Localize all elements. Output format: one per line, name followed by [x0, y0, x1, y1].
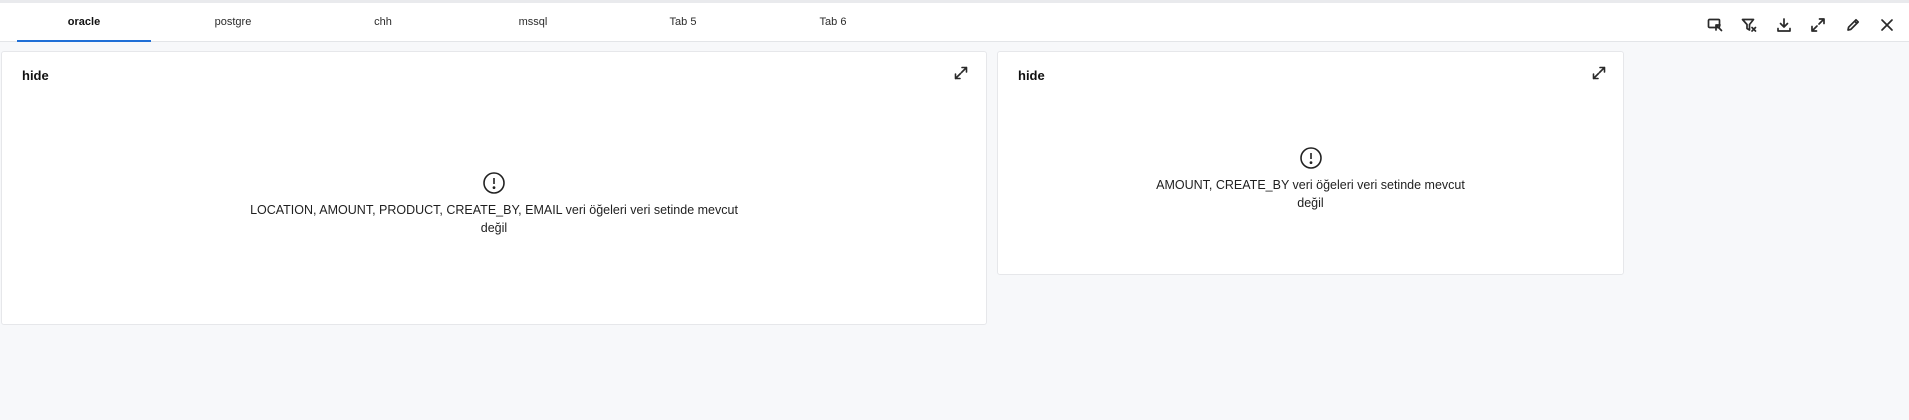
select-cursor-icon[interactable] — [1705, 15, 1725, 35]
widget-panel-right: hide AMOUNT, CREATE_BY veri öğeleri veri… — [997, 51, 1624, 275]
empty-data-message: LOCATION, AMOUNT, PRODUCT, CREATE_BY, EM… — [2, 171, 986, 237]
tab-chh[interactable]: chh — [316, 3, 450, 41]
error-text: AMOUNT, CREATE_BY veri öğeleri veri seti… — [1156, 176, 1465, 212]
error-text-line-1: AMOUNT, CREATE_BY veri öğeleri veri seti… — [1156, 178, 1465, 192]
close-icon[interactable] — [1877, 15, 1897, 35]
tab-bar: oracle postgre chh mssql Tab 5 Tab 6 — [0, 3, 1909, 42]
download-icon[interactable] — [1774, 15, 1794, 35]
error-text-line-2: değil — [1297, 196, 1324, 210]
tab-oracle[interactable]: oracle — [17, 3, 151, 42]
alert-circle-icon — [1299, 147, 1322, 169]
empty-data-message: AMOUNT, CREATE_BY veri öğeleri veri seti… — [998, 146, 1623, 212]
expand-icon[interactable] — [1590, 64, 1608, 82]
tab-6[interactable]: Tab 6 — [766, 3, 900, 41]
fullscreen-icon[interactable] — [1808, 15, 1828, 35]
error-text-line-2: değil — [480, 221, 508, 235]
tab-5[interactable]: Tab 5 — [616, 3, 750, 41]
alert-circle-icon — [483, 172, 505, 194]
tab-mssql[interactable]: mssql — [466, 3, 600, 41]
panel-title: hide — [22, 68, 49, 83]
filter-icon[interactable] — [1739, 15, 1759, 35]
edit-icon[interactable] — [1843, 15, 1863, 35]
panel-title: hide — [1018, 68, 1045, 83]
widget-panel-left: hide LOCATION, AMOUNT, PRODUCT, CREATE_B… — [1, 51, 987, 325]
tab-postgre[interactable]: postgre — [166, 3, 300, 41]
toolbar — [1705, 15, 1895, 35]
expand-icon[interactable] — [952, 64, 970, 82]
error-text-line-1: LOCATION, AMOUNT, PRODUCT, CREATE_BY, EM… — [250, 203, 738, 217]
error-text: LOCATION, AMOUNT, PRODUCT, CREATE_BY, EM… — [250, 201, 738, 237]
